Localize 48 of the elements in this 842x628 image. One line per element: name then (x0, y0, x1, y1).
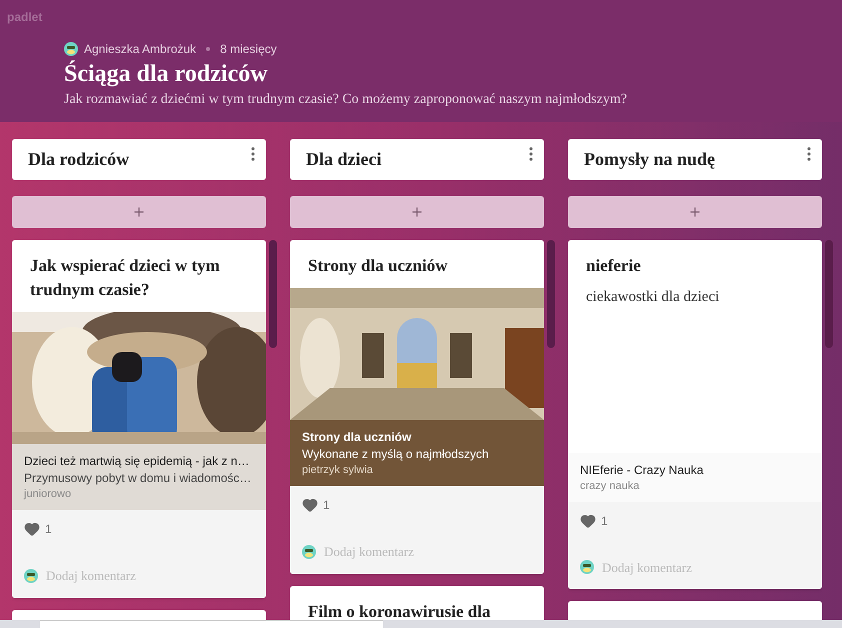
post-title: nieferie (586, 255, 642, 277)
like-count: 1 (601, 512, 608, 530)
post-card[interactable]: Jak wspierać dzieci w tym trudnym czasie? Dzieci też martwią się epidemią - jak z n… Przymusowy pobyt w domu i wiadomośc… juniorowo 1 Dodaj komentarz (12, 240, 266, 598)
scrollbar-icon[interactable] (825, 240, 833, 348)
scrollbar-icon[interactable] (269, 240, 277, 348)
plus-icon (410, 205, 424, 219)
link-source: pietrzyk sylwia (302, 463, 374, 477)
post-card[interactable]: nieferie ciekawostki dla dzieci NIEferie - Crazy Nauka crazy nauka 1 Dodaj komentarz (568, 240, 822, 589)
like-count: 1 (323, 497, 330, 514)
horizontal-scrollbar[interactable] (0, 620, 842, 628)
board-description: Jak rozmawiać z dziećmi w tym trudnym czasie? Co możemy zaproponować naszym najmłodszym? (64, 91, 628, 109)
avatar-icon (24, 568, 38, 583)
post-time: 8 miesięcy (220, 41, 277, 58)
plus-icon (132, 205, 146, 219)
post-card[interactable]: Film o koronawirusie dla (290, 586, 544, 620)
avatar-icon (64, 42, 78, 56)
link-description: Przymusowy pobyt w domu i wiadomośc… (24, 470, 252, 486)
heart-icon[interactable] (24, 521, 40, 537)
heart-icon[interactable] (302, 497, 318, 513)
post-body: ciekawostki dla dzieci (586, 288, 720, 307)
plus-icon (688, 205, 702, 219)
link-preview[interactable]: Dzieci też martwią się epidemią - jak z n… Przymusowy pobyt w domu i wiadomośc… juniorowo (12, 444, 266, 510)
post-card[interactable]: Strony dla uczniów Strony dla uczniów Wykonane z myślą o najmłodszych pietrzyk sylwia 1 Dodaj komentarz (290, 240, 544, 574)
add-post-button[interactable] (290, 196, 544, 228)
like-count: 1 (45, 521, 52, 538)
link-preview[interactable]: NIEferie - Crazy Nauka crazy nauka (568, 452, 822, 502)
avatar-icon (580, 560, 594, 574)
column-title: Dla dzieci (306, 148, 382, 171)
post-title: Film o koronawirusie dla (308, 600, 492, 620)
link-source: crazy nauka (580, 478, 640, 492)
author-name: Agnieszka Ambrożuk (84, 41, 196, 58)
post-title: Jak wspierać dzieci w tym trudnym czasie? (30, 255, 221, 301)
link-preview[interactable]: Strony dla uczniów Wykonane z myślą o najmłodszych pietrzyk sylwia (290, 420, 544, 486)
scrollbar-icon[interactable] (547, 240, 555, 348)
board-title: Ściąga dla rodziców (64, 60, 269, 88)
column-title: Dla rodziców (28, 148, 130, 171)
avatar-icon (302, 544, 316, 559)
post-title: Strony dla uczniów (308, 255, 448, 277)
scrollbar-thumb[interactable] (40, 620, 383, 628)
add-post-button[interactable] (12, 196, 266, 228)
column-title: Pomysły na nudę (584, 148, 716, 171)
link-title: Dzieci też martwią się epidemią - jak z n… (24, 453, 250, 469)
link-title: NIEferie - Crazy Nauka (580, 462, 704, 478)
heart-icon[interactable] (580, 512, 596, 528)
link-title: Strony dla uczniów (302, 429, 412, 445)
link-description: Wykonane z myślą o najmłodszych (302, 446, 490, 462)
link-source: juniorowo (24, 487, 72, 501)
add-post-button[interactable] (568, 196, 822, 228)
